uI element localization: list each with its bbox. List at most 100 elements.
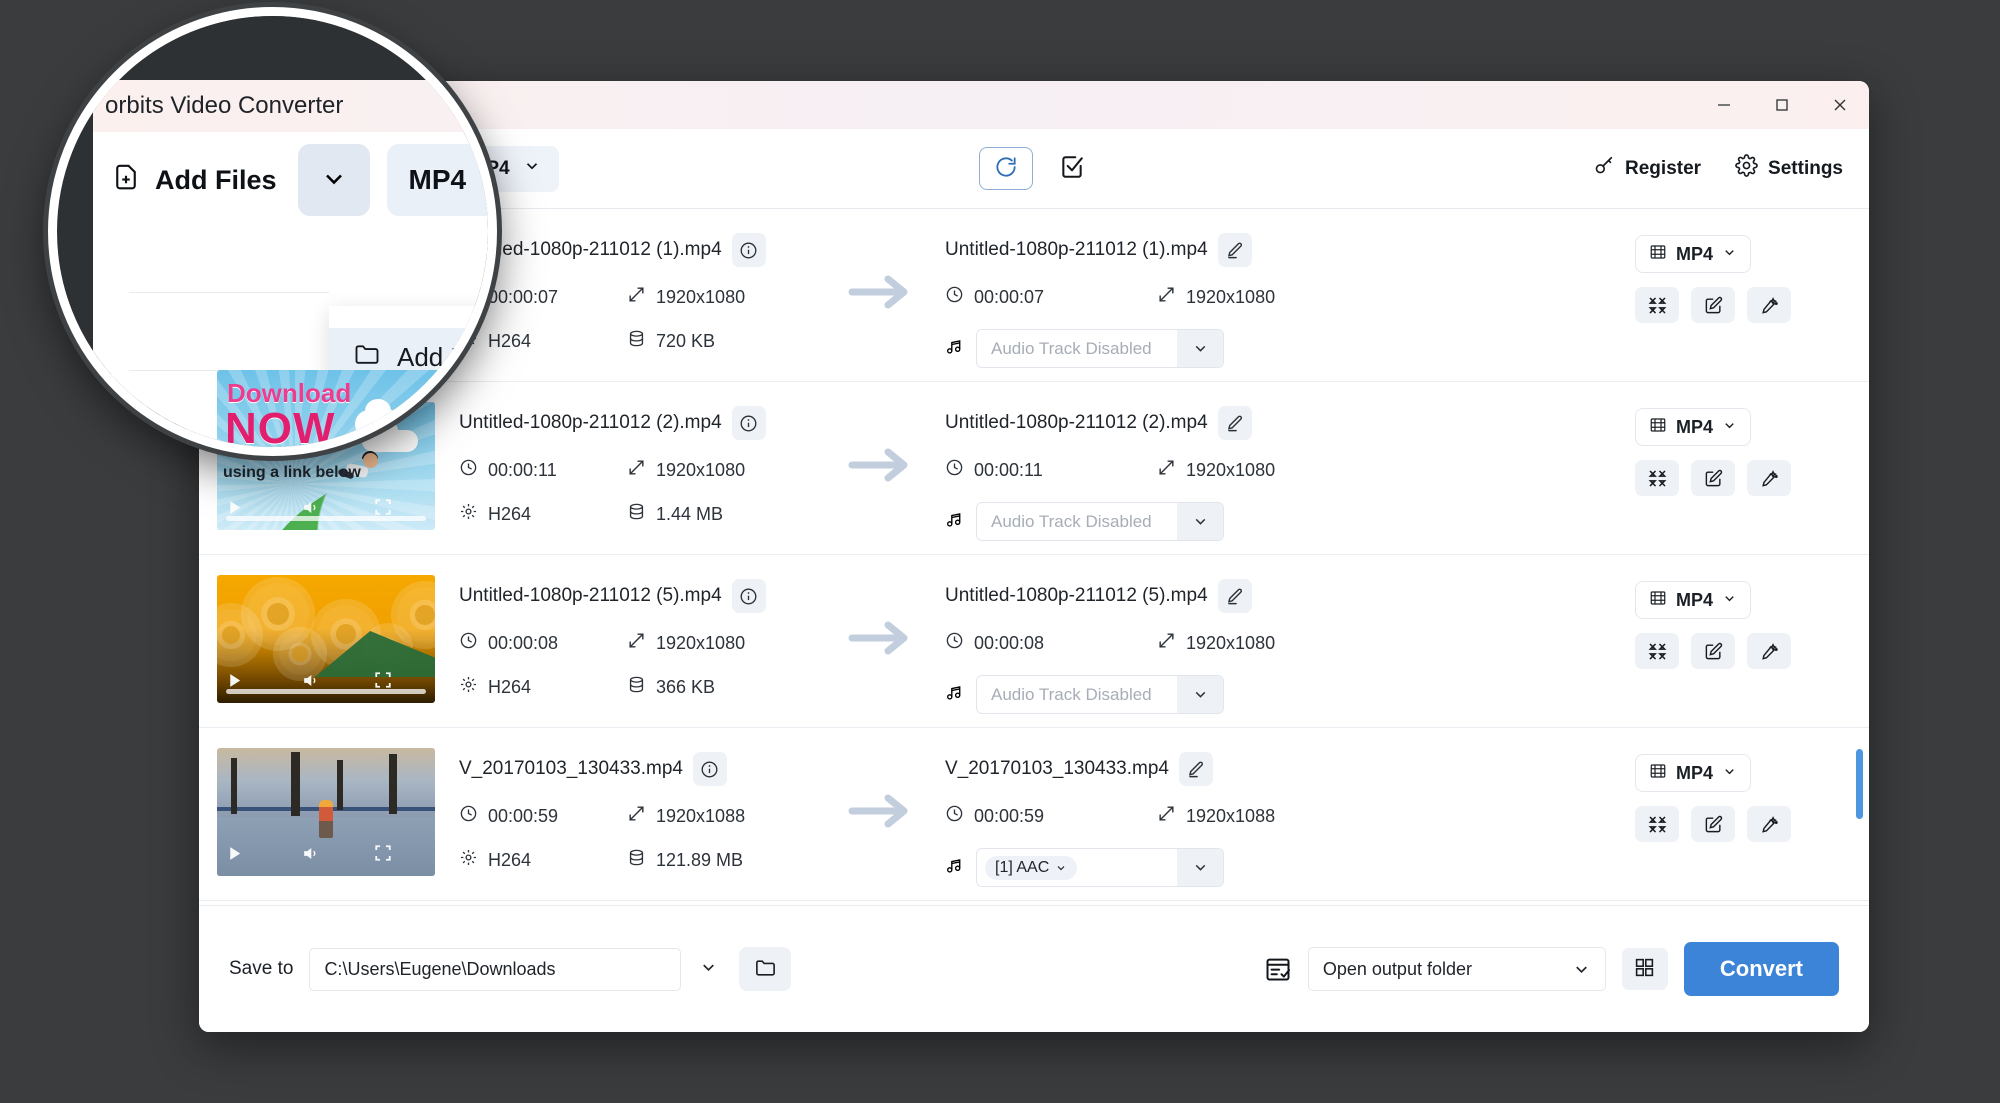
- edit-button[interactable]: [1691, 633, 1735, 669]
- chevron-down-icon[interactable]: [1177, 849, 1223, 886]
- volume-icon[interactable]: [301, 844, 320, 863]
- compress-button[interactable]: [1635, 460, 1679, 496]
- clock-icon: [459, 458, 478, 482]
- resolution-cell: 1920x1080: [627, 631, 821, 655]
- chevron-down-icon[interactable]: [1177, 503, 1223, 540]
- window-controls: [1695, 81, 1869, 129]
- duration-cell: 00:00:11: [459, 458, 627, 482]
- table-row[interactable]: Untitled-1080p-211012 (5).mp4 00:00:08 1: [199, 555, 1869, 728]
- audio-track-select[interactable]: Audio Track Disabled: [976, 675, 1224, 714]
- chevron-down-icon[interactable]: [1177, 330, 1223, 367]
- video-thumbnail[interactable]: [217, 748, 435, 876]
- edit-button[interactable]: [1691, 806, 1735, 842]
- clock-icon: [945, 285, 964, 309]
- row-format-label: MP4: [1676, 762, 1714, 783]
- database-icon: [627, 848, 646, 872]
- audio-track-select[interactable]: Audio Track Disabled: [976, 329, 1224, 368]
- enhance-button[interactable]: [1747, 806, 1791, 842]
- convert-button[interactable]: Convert: [1683, 942, 1839, 996]
- close-icon[interactable]: [1811, 81, 1869, 129]
- after-conversion-select[interactable]: Open output folder: [1307, 947, 1606, 991]
- info-button[interactable]: [692, 752, 727, 786]
- enhance-button[interactable]: [1747, 287, 1791, 323]
- compress-button[interactable]: [1635, 287, 1679, 323]
- settings-button[interactable]: Settings: [1735, 154, 1843, 183]
- chevron-down-icon[interactable]: [1177, 676, 1223, 713]
- conversion-arrow: [821, 227, 941, 311]
- source-meta-grid: 00:00:59 1920x1088 H264 121.89 MB: [459, 804, 821, 872]
- clock-icon: [459, 804, 478, 828]
- magnified-video-thumbnail[interactable]: Download NOW using a link below: [217, 370, 447, 447]
- audio-track-select[interactable]: Audio Track Disabled: [976, 502, 1224, 541]
- info-button[interactable]: [731, 579, 766, 613]
- play-icon[interactable]: [226, 499, 243, 516]
- magnified-format-label: MP4: [408, 164, 467, 195]
- grid-view-button[interactable]: [1621, 948, 1668, 990]
- maximize-icon[interactable]: [1753, 81, 1811, 129]
- info-button[interactable]: [731, 406, 766, 440]
- edit-button[interactable]: [1691, 287, 1735, 323]
- codec-cell: H264: [459, 848, 627, 872]
- magnified-format-button[interactable]: MP4: [386, 144, 488, 216]
- compress-button[interactable]: [1635, 806, 1679, 842]
- audio-track-chip[interactable]: [1] AAC: [985, 855, 1078, 880]
- row-format-button[interactable]: MP4: [1635, 235, 1752, 273]
- magnified-app-window: orbits Video Converter Add Files MP4 Add…: [93, 80, 488, 447]
- codec-cell: H264: [459, 675, 627, 699]
- magnified-add-files-dropdown-button[interactable]: [297, 144, 370, 216]
- scrollbar-track[interactable]: [1855, 209, 1865, 905]
- film-icon: [1649, 416, 1667, 439]
- chevron-down-icon: [699, 958, 718, 980]
- thumbnail-progress-bar[interactable]: [226, 689, 426, 694]
- enhance-button[interactable]: [1747, 460, 1791, 496]
- play-icon[interactable]: [226, 672, 243, 689]
- magnified-add-files-button[interactable]: Add Files: [107, 150, 281, 210]
- rename-button[interactable]: [1217, 579, 1252, 613]
- rename-button[interactable]: [1217, 233, 1252, 267]
- table-row[interactable]: V_20170103_130433.mp4 00:00:59 1920x1088: [199, 728, 1869, 901]
- scrollbar-thumb[interactable]: [1856, 749, 1863, 819]
- minimize-icon[interactable]: [1695, 81, 1753, 129]
- fullscreen-icon[interactable]: [374, 844, 392, 862]
- edit-button[interactable]: [1691, 460, 1735, 496]
- source-file-info: V_20170103_130433.mp4 00:00:59 1920x1088: [435, 746, 821, 872]
- volume-icon[interactable]: [301, 671, 320, 690]
- rename-button[interactable]: [1217, 406, 1252, 440]
- resolution-value: 1920x1080: [656, 286, 746, 307]
- audio-track-value: Audio Track Disabled: [991, 338, 1152, 358]
- register-button[interactable]: Register: [1593, 155, 1701, 183]
- resize-icon: [1157, 458, 1176, 482]
- output-file-info: V_20170103_130433.mp4 00:00:59 1920x1088: [941, 746, 1635, 887]
- row-format-button[interactable]: MP4: [1635, 408, 1752, 446]
- source-file-info: Untitled-1080p-211012 (5).mp4 00:00:08 1: [435, 573, 821, 699]
- rename-button[interactable]: [1178, 752, 1213, 786]
- compress-button[interactable]: [1635, 633, 1679, 669]
- out-resolution-cell: 1920x1080: [1157, 458, 1635, 482]
- music-note-icon: [945, 337, 964, 361]
- play-icon[interactable]: [226, 845, 243, 862]
- save-path-dropdown-button[interactable]: [687, 948, 729, 990]
- refresh-button[interactable]: [979, 147, 1033, 190]
- fullscreen-icon[interactable]: [374, 671, 392, 689]
- source-filename: Untitled-1080p-211012 (2).mp4: [459, 412, 722, 433]
- duration-value: 00:00:11: [488, 459, 557, 480]
- conversion-arrow: [821, 746, 941, 830]
- volume-icon[interactable]: [301, 498, 320, 517]
- audio-track-select[interactable]: [1] AAC: [976, 848, 1224, 887]
- music-note-icon: [945, 510, 964, 534]
- video-thumbnail[interactable]: [217, 575, 435, 703]
- save-path-value: C:\Users\Eugene\Downloads: [324, 958, 556, 979]
- row-format-button[interactable]: MP4: [1635, 754, 1752, 792]
- save-path-input[interactable]: C:\Users\Eugene\Downloads: [309, 947, 682, 991]
- resolution-value: 1920x1088: [656, 805, 746, 826]
- select-all-button[interactable]: [1055, 152, 1089, 186]
- row-format-button[interactable]: MP4: [1635, 581, 1752, 619]
- fullscreen-icon[interactable]: [374, 498, 392, 516]
- browse-folder-button[interactable]: [739, 947, 792, 991]
- info-button[interactable]: [731, 233, 766, 267]
- thumbnail-progress-bar[interactable]: [226, 516, 426, 521]
- enhance-button[interactable]: [1747, 633, 1791, 669]
- out-duration-cell: 00:00:07: [945, 285, 1157, 309]
- out-duration-value: 00:00:08: [974, 632, 1045, 653]
- film-icon: [1649, 589, 1667, 612]
